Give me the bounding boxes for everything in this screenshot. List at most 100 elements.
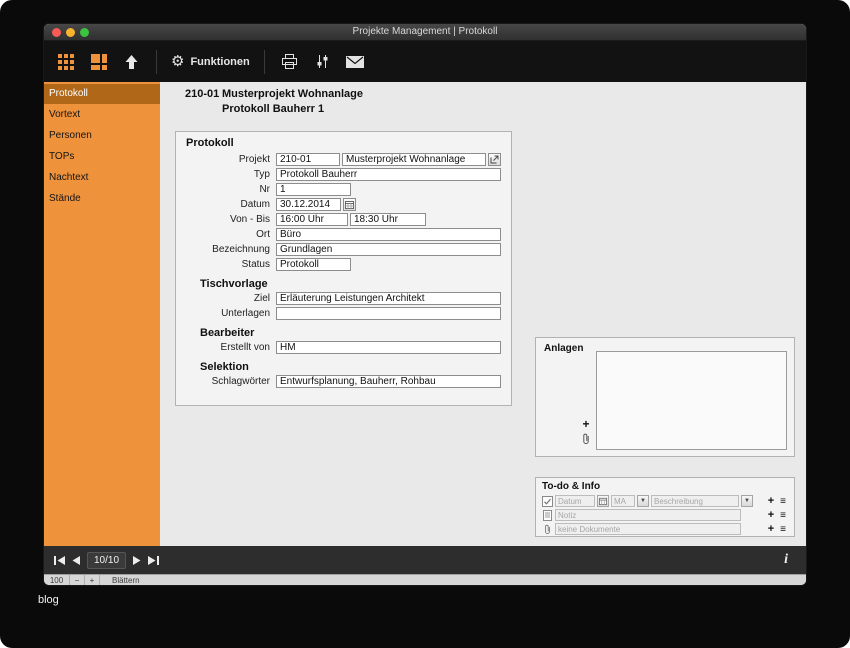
datum-calendar-button[interactable] <box>343 198 356 211</box>
record-title: Protokoll Bauherr 1 <box>222 103 325 115</box>
main-content: 210-01 Musterprojekt Wohnanlage Protokol… <box>160 82 806 546</box>
todo-task-menu-button[interactable]: ≡ <box>778 496 788 507</box>
sidebar-item-staende[interactable]: Stände <box>44 189 160 209</box>
sliders-button[interactable] <box>306 46 339 78</box>
ziel-input[interactable] <box>276 292 501 305</box>
toolbar-separator <box>156 49 157 74</box>
calendar-icon <box>345 201 354 209</box>
section-tischvorlage: Tischvorlage <box>200 278 268 290</box>
section-selektion: Selektion <box>200 361 249 373</box>
erstellt-row: Erstellt von <box>186 341 501 354</box>
projekt-row: Projekt <box>186 153 501 166</box>
todo-ma-dropdown-button[interactable]: ▼ <box>637 495 649 507</box>
info-button[interactable]: i <box>784 552 796 568</box>
record-navigation-bar: 10/10 i <box>44 546 806 574</box>
sidebar-item-personen[interactable]: Personen <box>44 126 160 146</box>
protokoll-panel: Protokoll Projekt Typ Nr <box>175 131 512 406</box>
anlagen-add-button[interactable]: + <box>580 417 592 431</box>
nr-label: Nr <box>259 184 270 195</box>
titlebar[interactable]: Projekte Management | Protokoll <box>44 24 806 41</box>
minimize-window-button[interactable] <box>66 28 75 37</box>
todo-add-task-button[interactable]: + <box>766 495 776 507</box>
datum-label: Datum <box>240 199 270 210</box>
datum-input[interactable] <box>276 198 341 211</box>
sliders-icon <box>317 55 328 68</box>
todo-datum-calendar-button[interactable] <box>597 495 609 507</box>
unterlagen-row: Unterlagen <box>186 307 501 320</box>
go-first-button[interactable] <box>54 555 65 565</box>
unterlagen-input[interactable] <box>276 307 501 320</box>
mode-selector[interactable]: Blättern <box>100 575 140 585</box>
status-input[interactable] <box>276 258 351 271</box>
sidebar-item-nachtext[interactable]: Nachtext <box>44 168 160 188</box>
overview-button[interactable] <box>49 46 82 78</box>
arrow-up-icon <box>125 54 138 69</box>
todo-note-row: + ≡ <box>542 509 788 521</box>
bis-input[interactable] <box>350 213 426 226</box>
print-button[interactable] <box>273 46 306 78</box>
open-project-button[interactable] <box>488 153 501 166</box>
anlagen-title: Anlagen <box>544 343 584 354</box>
todo-document-row: + ≡ <box>542 523 788 535</box>
gear-icon: ⚙ <box>171 53 185 70</box>
todo-note-menu-button[interactable]: ≡ <box>778 510 788 521</box>
sidebar-item-vortext[interactable]: Vortext <box>44 105 160 125</box>
status-label: Status <box>241 259 270 270</box>
todo-add-note-button[interactable]: + <box>766 509 776 521</box>
sidebar-item-tops[interactable]: TOPs <box>44 147 160 167</box>
anlagen-panel: Anlagen + <box>535 337 795 457</box>
panel-title: Protokoll <box>186 137 234 149</box>
anlagen-attach-button[interactable] <box>582 432 590 450</box>
ort-label: Ort <box>256 229 270 240</box>
bezeichnung-label: Bezeichnung <box>212 244 270 255</box>
todo-beschreibung-input[interactable] <box>651 495 739 507</box>
layout-button[interactable] <box>82 46 115 78</box>
anlagen-drop-area[interactable] <box>596 351 787 450</box>
upload-button[interactable] <box>115 46 148 78</box>
von-input[interactable] <box>276 213 348 226</box>
ort-row: Ort <box>186 228 501 241</box>
app-window: Projekte Management | Protokoll ⚙ Funkti… <box>44 24 806 585</box>
todo-notiz-input[interactable] <box>555 509 741 521</box>
squares-icon <box>90 53 107 70</box>
header-spacer <box>185 102 222 117</box>
datum-row: Datum <box>186 198 501 211</box>
calendar-icon <box>599 497 607 505</box>
todo-datum-input[interactable] <box>555 495 595 507</box>
project-code: 210-01 <box>185 88 220 100</box>
chevron-down-icon: ▼ <box>640 498 646 504</box>
schlagwoerter-input[interactable] <box>276 375 501 388</box>
projekt-name-input[interactable] <box>342 153 486 166</box>
todo-ma-input[interactable] <box>611 495 635 507</box>
external-link-icon <box>490 155 499 164</box>
schlagwoerter-row: Schlagwörter <box>186 375 501 388</box>
nr-input[interactable] <box>276 183 351 196</box>
zoom-out-button[interactable]: − <box>70 575 85 585</box>
mail-button[interactable] <box>339 46 372 78</box>
todo-document-menu-button[interactable]: ≡ <box>778 524 788 535</box>
toolbar: ⚙ Funktionen <box>44 41 806 82</box>
go-last-button[interactable] <box>148 555 160 565</box>
caption-text: blog <box>38 594 59 606</box>
zoom-level: 100 <box>44 575 70 585</box>
go-previous-button[interactable] <box>72 555 80 565</box>
zoom-in-button[interactable]: + <box>85 575 100 585</box>
chevron-down-icon: ▼ <box>744 498 750 504</box>
toolbar-separator <box>263 49 265 74</box>
funktionen-button[interactable]: ⚙ Funktionen <box>165 46 256 78</box>
todo-beschreibung-dropdown-button[interactable]: ▼ <box>741 495 753 507</box>
todo-add-document-button[interactable]: + <box>766 523 776 535</box>
close-window-button[interactable] <box>52 28 61 37</box>
typ-input[interactable] <box>276 168 501 181</box>
ort-input[interactable] <box>276 228 501 241</box>
projekt-code-input[interactable] <box>276 153 340 166</box>
bezeichnung-input[interactable] <box>276 243 501 256</box>
go-next-button[interactable] <box>133 555 141 565</box>
erstellt-von-input[interactable] <box>276 341 501 354</box>
projekt-label: Projekt <box>238 154 270 165</box>
paperclip-icon <box>542 524 553 535</box>
sidebar-item-protokoll[interactable]: Protokoll <box>44 84 160 104</box>
todo-dokumente-field[interactable] <box>555 523 741 535</box>
todo-info-title: To-do & Info <box>542 481 601 492</box>
fullscreen-window-button[interactable] <box>80 28 89 37</box>
